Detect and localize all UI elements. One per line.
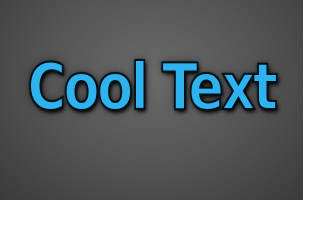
logo-canvas: Cool Text [0,0,303,200]
cool-text-logo: Cool Text [27,51,279,125]
